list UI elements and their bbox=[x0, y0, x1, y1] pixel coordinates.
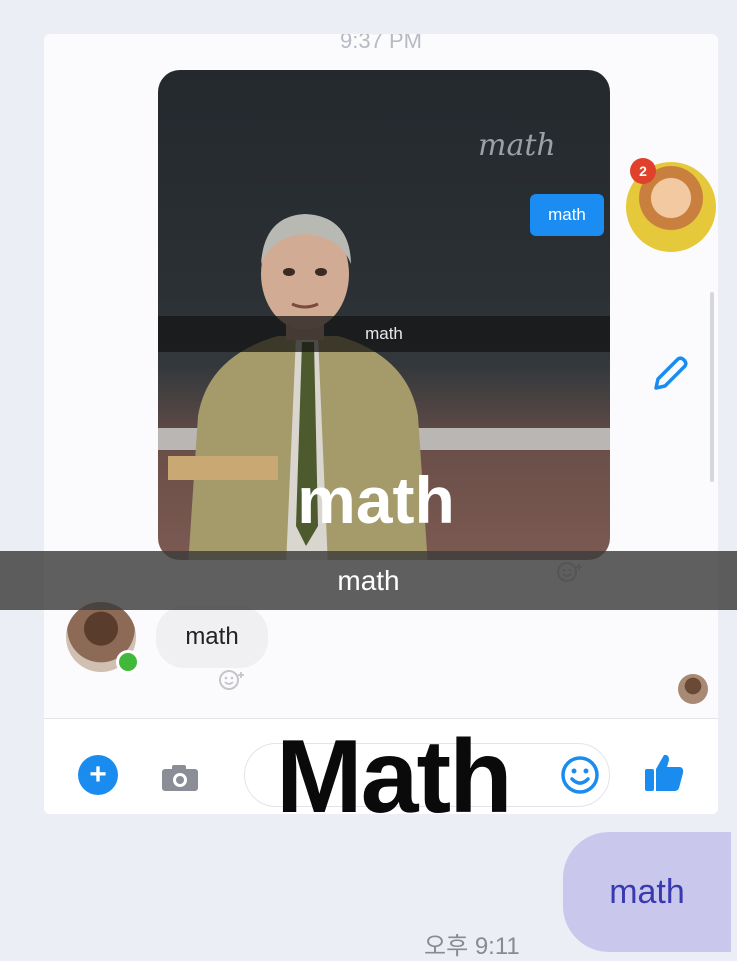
pencil-icon[interactable] bbox=[648, 352, 692, 396]
shared-photo[interactable]: math math math math bbox=[158, 70, 610, 560]
camera-icon[interactable] bbox=[160, 763, 200, 793]
sent-message-time: 오후 9:11 bbox=[424, 933, 520, 960]
embedded-messenger-screenshot: 9:37 PM math math math math 2 math + Mat… bbox=[44, 34, 718, 814]
main-caption-bar: math bbox=[0, 551, 737, 610]
emoji-icon[interactable] bbox=[560, 755, 600, 795]
plus-icon[interactable]: + bbox=[78, 755, 118, 795]
photo-caption-bar: math bbox=[158, 316, 610, 352]
sent-message-bubble[interactable]: math bbox=[563, 832, 731, 952]
overlay-sticker-bubble: math bbox=[530, 194, 604, 236]
composer-overlay-text: Math bbox=[276, 719, 513, 814]
scroll-indicator[interactable] bbox=[710, 292, 714, 482]
message-timestamp: 9:37 PM bbox=[340, 34, 422, 53]
read-receipt-avatar bbox=[678, 674, 708, 704]
online-status-dot bbox=[116, 650, 140, 674]
thumbs-up-icon[interactable] bbox=[642, 751, 686, 795]
chalkboard-text: math bbox=[478, 128, 556, 163]
incoming-message-bubble[interactable]: math bbox=[156, 606, 268, 668]
add-reaction-icon[interactable] bbox=[218, 668, 246, 692]
notification-badge: 2 bbox=[630, 158, 656, 184]
photo-large-caption: math bbox=[297, 463, 455, 537]
